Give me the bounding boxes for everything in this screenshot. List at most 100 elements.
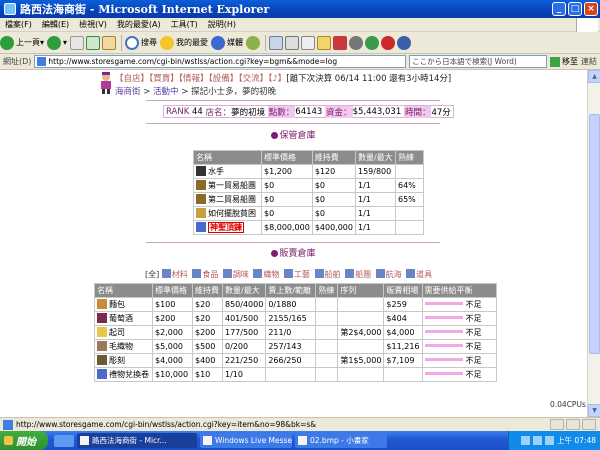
filter-voyage[interactable]: 航海 [375,269,402,279]
stop-icon[interactable] [70,35,85,50]
tray-icon[interactable] [521,436,530,445]
quick-launch[interactable] [54,434,74,447]
vertical-scrollbar[interactable]: ▲ ▼ [587,70,600,417]
tool-icon[interactable] [333,35,348,50]
item-name[interactable]: 起司 [94,325,153,340]
extension-icon[interactable] [397,35,412,50]
filter-material[interactable]: 材料 [161,269,188,279]
item-name[interactable]: 葡萄酒 [94,311,153,326]
menu-file[interactable]: 檔案(F) [0,19,37,30]
filter-fleet[interactable]: 船團 [345,269,371,279]
filter-ship[interactable]: 船舶 [314,269,341,279]
shop-name: 夢的初境 [231,107,266,118]
nav-music[interactable]: 【♪】 [268,74,286,84]
task-ie[interactable]: 路西法海商街 - Micr... [77,433,197,448]
cell-sold: 0/1880 [265,297,317,312]
nav-shop[interactable]: 【自店】 [115,74,149,84]
item-name[interactable]: 毛織物 [94,339,153,354]
folder-icon[interactable] [317,35,332,50]
filter-tool[interactable]: 道具 [406,269,432,279]
col-name: 名稱 [94,283,153,298]
category-icon [253,269,263,278]
scroll-thumb[interactable] [589,114,600,354]
crumb-active[interactable]: 活動中 [153,87,179,97]
cell-skill [315,353,339,368]
maximize-button[interactable]: □ [568,2,582,16]
item-name[interactable]: 彫刻 [94,353,153,368]
table-row: 第二貿易船團 $0 $0 1/1 65% [193,192,424,207]
mail-icon[interactable] [269,35,284,50]
filter-craft[interactable]: 工藝 [283,269,310,279]
nav-equipment[interactable]: 【設備】 [209,74,239,84]
page-icon [3,419,13,430]
tray-icon[interactable] [545,436,554,445]
filter-food[interactable]: 食品 [192,269,218,279]
start-button[interactable]: 開始 [0,431,48,450]
status-bar: http://www.storesgame.com/cgi-bin/wstlss… [0,417,600,431]
item-name[interactable]: 麵包 [94,297,153,312]
item-name[interactable]: 水手 [193,164,262,179]
menu-edit[interactable]: 編輯(E) [37,19,74,30]
cell-quantity: 1/1 [354,192,396,207]
address-input[interactable]: http://www.storesgame.com/cgi-bin/wstlss… [34,55,407,68]
search-button[interactable]: 搜尋 [125,35,158,50]
search-label: 搜尋 [141,38,158,47]
page-content: 【自店】【買賣】【情報】【設備】【交流】【♪】[離下次決算 06/14 11:0… [0,70,587,417]
cell-market: $259 [383,297,423,312]
item-name[interactable]: 第一貿易船團 [193,178,262,193]
filter-label: 調味 [232,270,249,279]
category-icon [283,269,293,278]
home-icon[interactable] [102,35,117,50]
menu-help[interactable]: 說明(H) [203,19,241,30]
wool-icon [97,341,107,351]
refresh-icon[interactable] [86,35,101,50]
print-icon[interactable] [285,35,300,50]
item-name[interactable]: 禮物兌換卷 [94,367,153,382]
edit-icon[interactable] [301,35,316,50]
item-name[interactable]: 第二貿易船團 [193,192,262,207]
menu-tools[interactable]: 工具(T) [166,19,203,30]
history-icon[interactable] [246,35,261,50]
cell-market [383,367,423,382]
scroll-up-icon[interactable]: ▲ [588,70,600,83]
filter-all[interactable]: [全] [145,270,159,279]
nav-social[interactable]: 【交流】 [238,74,268,84]
favorites-button[interactable]: 我的最愛 [160,35,208,50]
back-button[interactable]: 上一頁 ▾ [0,35,44,50]
research-icon[interactable] [381,35,396,50]
messenger-icon[interactable] [349,35,364,50]
menu-favorites[interactable]: 我的最愛(A) [112,19,166,30]
item-name[interactable]: 神聖頂鍊 [193,220,262,235]
links-label[interactable]: 連結 [578,56,600,67]
cell-balance: 不足 [421,297,497,312]
cell-price: $4,000 [152,353,193,368]
tray-icon[interactable] [533,436,542,445]
item-name[interactable]: 如何擺脫貧困 [193,206,262,221]
col-name: 名稱 [193,150,262,165]
scroll-down-icon[interactable]: ▼ [588,404,600,417]
crumb-home[interactable]: 海商街 [115,87,141,97]
discuss-icon[interactable] [365,35,380,50]
item-label: 起司 [109,328,125,337]
filter-fabric[interactable]: 織物 [253,269,279,279]
cell-skill [315,311,339,326]
filter-seasoning[interactable]: 調味 [222,269,249,279]
task-paint[interactable]: 02.bmp - 小畫家 [295,433,387,448]
search-input[interactable]: ここから日本語で検索(J Word) [409,55,548,68]
cell-price: $100 [152,297,193,312]
close-button[interactable]: × [584,2,598,16]
cell-market: $404 [383,311,423,326]
nav-trade[interactable]: 【買賣】 [149,74,179,84]
divider [146,123,440,124]
minimize-button[interactable]: _ [552,2,566,16]
go-button[interactable]: 移至 [550,56,578,67]
forward-button[interactable]: ▾ [47,35,67,50]
menu-view[interactable]: 檢視(V) [74,19,112,30]
col-price: 標準價格 [261,150,313,165]
cell-sold: 2155/165 [265,311,317,326]
task-messenger[interactable]: Windows Live Messen... [200,433,292,448]
cell-balance: 不足 [421,367,497,382]
item-label: 第一貿易船團 [208,181,256,190]
media-button[interactable]: 媒體 [211,35,243,50]
nav-info[interactable]: 【情報】 [179,74,209,84]
